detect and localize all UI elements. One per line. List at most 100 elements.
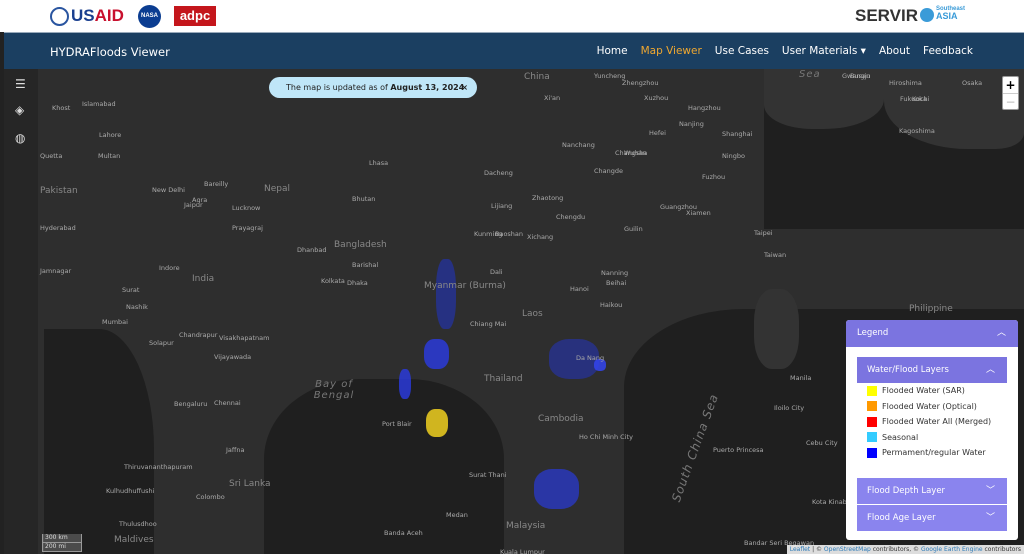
map-label: Da Nang: [576, 354, 605, 362]
adpc-logo: adpc: [174, 6, 216, 26]
nav-menu: Home Map Viewer Use Cases User Materials…: [597, 45, 973, 57]
map-label: Ho Chi Minh City: [579, 433, 633, 441]
map-label: Nanjing: [679, 120, 704, 128]
servir-logo: SERVIR Southeast ASIA: [855, 6, 966, 25]
nav-map-viewer[interactable]: Map Viewer: [641, 45, 702, 57]
map-label: Osaka: [962, 79, 983, 87]
nav-feedback[interactable]: Feedback: [923, 45, 973, 57]
update-date: August 13, 2024: [390, 83, 465, 92]
flood-overlay: [436, 259, 456, 329]
map-label: Sri Lanka: [229, 479, 271, 489]
map-label: Baoshan: [495, 230, 524, 238]
globe-icon[interactable]: ◍: [15, 131, 25, 145]
nav-use-cases[interactable]: Use Cases: [715, 45, 769, 57]
menu-icon[interactable]: ☰: [15, 77, 26, 91]
map-label: Hefei: [649, 129, 666, 137]
map-label: Visakhapatnam: [219, 334, 270, 342]
map-sidebar: ☰ ◈ ◍: [4, 69, 38, 554]
flood-age-layer-header[interactable]: Flood Age Layer ﹀: [857, 505, 1007, 531]
zoom-in-button[interactable]: +: [1003, 77, 1018, 94]
map-label: Dhanbad: [297, 246, 327, 254]
zoom-control: + −: [1002, 76, 1019, 110]
map-label: Hanoi: [570, 285, 589, 293]
map-label: Changsha: [615, 149, 648, 157]
map-label: Cambodia: [538, 414, 584, 424]
map-label: Xuzhou: [644, 94, 669, 102]
app-title[interactable]: HYDRAFloods Viewer: [50, 45, 170, 59]
usaid-logo: USAID: [50, 6, 124, 27]
legend-header[interactable]: Legend ︿: [846, 320, 1018, 347]
legend-item: Flooded Water (Optical): [857, 399, 1007, 415]
map-label: Quetta: [40, 152, 63, 160]
gee-link[interactable]: Google Earth Engine: [921, 546, 983, 553]
map-label: Lijiang: [491, 202, 513, 210]
map-label: Bangladesh: [334, 240, 387, 250]
water-flood-layers-header[interactable]: Water/Flood Layers ︿: [857, 357, 1007, 383]
scale-bar: 300 km 200 mi: [42, 534, 82, 552]
map-label: Agra: [192, 196, 208, 204]
legend-item: Flooded Water (SAR): [857, 383, 1007, 399]
swatch-merged: [867, 416, 877, 427]
map-label: Puerto Princesa: [713, 446, 764, 454]
zoom-out-button[interactable]: −: [1003, 94, 1018, 110]
map-label: Haikou: [600, 301, 623, 309]
map-label: China: [524, 72, 550, 82]
map-label: Bareilly: [204, 180, 229, 188]
leaflet-link[interactable]: Leaflet: [790, 546, 810, 553]
legend-item: Seasonal: [857, 430, 1007, 446]
map-label: Dali: [490, 268, 503, 276]
attr-text: contributors, ©: [870, 546, 921, 553]
map-label: Chandrapur: [179, 331, 218, 339]
map-label: Cebu City: [806, 439, 838, 447]
map-label: Hyderabad: [40, 224, 76, 232]
map-label: Chiang Mai: [470, 320, 507, 328]
map-label: Yuncheng: [594, 72, 626, 80]
map-label: Lucknow: [232, 204, 261, 212]
map-label: Banda Aceh: [384, 529, 423, 537]
map-label: Kagoshima: [899, 127, 935, 135]
map-label: Pakistan: [40, 186, 78, 196]
close-icon[interactable]: ×: [461, 77, 468, 98]
chevron-down-icon: ﹀: [985, 513, 995, 523]
legend-item: Permament/regular Water: [857, 445, 1007, 461]
map-label: Bengaluru: [174, 400, 208, 408]
logo-header: USAID NASA adpc SERVIR Southeast ASIA: [0, 0, 1024, 32]
map-label: Multan: [98, 152, 121, 160]
map-label: Port Blair: [382, 420, 412, 428]
map-label: Taiwan: [764, 251, 787, 259]
osm-link[interactable]: OpenStreetMap: [824, 546, 871, 553]
nav-user-materials[interactable]: User Materials ▾: [782, 45, 866, 57]
map-label: Chennai: [214, 399, 241, 407]
layers-icon[interactable]: ◈: [15, 103, 24, 117]
flood-overlay: [534, 469, 579, 509]
chevron-up-icon: ︿: [996, 328, 1006, 338]
map-label: Solapur: [149, 339, 174, 347]
map-label: Surat: [122, 286, 140, 294]
legend-label: Seasonal: [882, 432, 919, 442]
map-label: Dacheng: [484, 169, 513, 177]
map-label: Beihai: [606, 279, 627, 287]
map-label: Fuzhou: [702, 173, 726, 181]
section-label: Flood Age Layer: [867, 513, 936, 523]
map-label: Zhengzhou: [622, 79, 659, 87]
map-label: Sea: [799, 69, 821, 80]
map-label: Bay of Bengal: [313, 379, 355, 401]
nav-about[interactable]: About: [879, 45, 910, 57]
map-label: Lhasa: [369, 159, 389, 167]
map-label: Xi'an: [544, 94, 561, 102]
legend-label: Flooded Water (Optical): [882, 401, 977, 411]
map-label: Kuala Lumpur: [500, 548, 545, 554]
map-label: Malaysia: [506, 521, 546, 531]
map-label: Changde: [594, 167, 624, 175]
map-label: Colombo: [196, 493, 225, 501]
map-label: New Delhi: [152, 186, 185, 194]
flood-depth-layer-header[interactable]: Flood Depth Layer ﹀: [857, 478, 1007, 504]
swatch-permanent: [867, 447, 877, 458]
map-label: Medan: [446, 511, 468, 519]
section-label: Water/Flood Layers: [867, 365, 949, 375]
nav-home[interactable]: Home: [597, 45, 628, 57]
map-label: Nanning: [601, 269, 629, 277]
map-label: Kulhudhuffushi: [106, 487, 155, 495]
map-label: Indore: [159, 264, 180, 272]
chevron-up-icon: ︿: [985, 365, 995, 375]
